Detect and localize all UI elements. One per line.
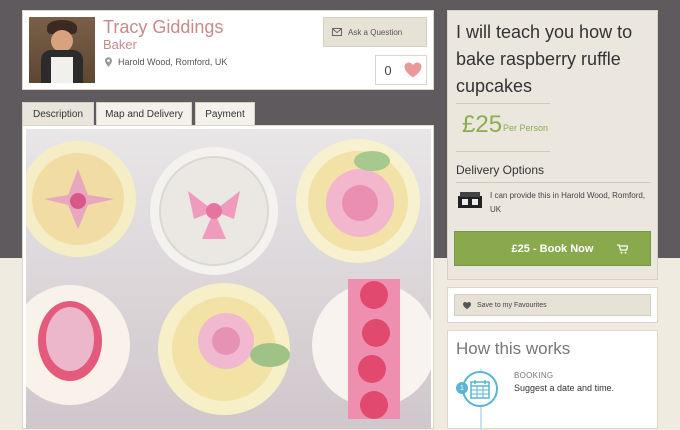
favourite-count: 0 [384,62,392,78]
price-unit: Per Person [503,123,549,133]
cupcakes-illustration [26,139,431,419]
host-location-label: Harold Wood, Romford, UK [118,57,228,67]
step-title: BOOKING [514,371,554,380]
host-name[interactable]: Tracy Giddings [103,17,223,38]
step-number-badge: 1 [456,382,468,394]
ask-question-button[interactable]: Ask a Question [323,17,427,47]
delivery-options-heading: Delivery Options [456,163,545,177]
map-pin-icon [105,57,112,67]
heart-icon[interactable] [404,62,422,78]
listing-photo-panel [22,125,434,429]
cupcakes-photo[interactable] [26,129,431,429]
host-profile-card: Tracy Giddings Baker Harold Wood, Romfor… [22,10,434,90]
avatar[interactable] [29,17,95,83]
delivery-option: I can provide this in Harold Wood, Romfo… [458,189,652,217]
envelope-icon [332,28,342,36]
favourites-panel: Save to my Favourites [447,287,658,323]
save-to-favourites-label: Save to my Favourites [477,301,547,309]
price-divider [456,151,550,152]
delivery-location-icon [458,192,482,208]
how-this-works-title: How this works [456,339,571,358]
avatar-apron-shape [51,57,73,83]
host-role: Baker [103,37,137,52]
cart-icon [617,244,628,254]
host-location: Harold Wood, Romford, UK [105,57,227,67]
how-this-works-panel: How this works 1 BOOKING Suggest a date … [447,330,658,430]
heart-icon [463,301,471,309]
listing-price: £25 [462,111,503,138]
delivery-divider [456,182,651,183]
title-divider [456,103,550,104]
step-description: Suggest a date and time. [514,383,615,393]
ask-question-label: Ask a Question [348,27,403,37]
favourite-counter[interactable]: 0 [375,55,427,85]
avatar-face-shape [51,30,73,52]
book-now-label: £25 - Book Now [511,242,594,255]
book-now-button[interactable]: £25 - Book Now [454,231,651,266]
delivery-option-text: I can provide this in Harold Wood, Romfo… [490,191,646,214]
listing-title: I will teach you how to bake raspberry r… [456,22,633,96]
tab-map-and-delivery[interactable]: Map and Delivery [96,102,192,126]
listing-info-panel: I will teach you how to bake raspberry r… [447,10,658,280]
save-to-favourites-button[interactable]: Save to my Favourites [454,294,651,316]
tab-payment[interactable]: Payment [195,102,255,126]
tab-description[interactable]: Description [22,102,94,126]
